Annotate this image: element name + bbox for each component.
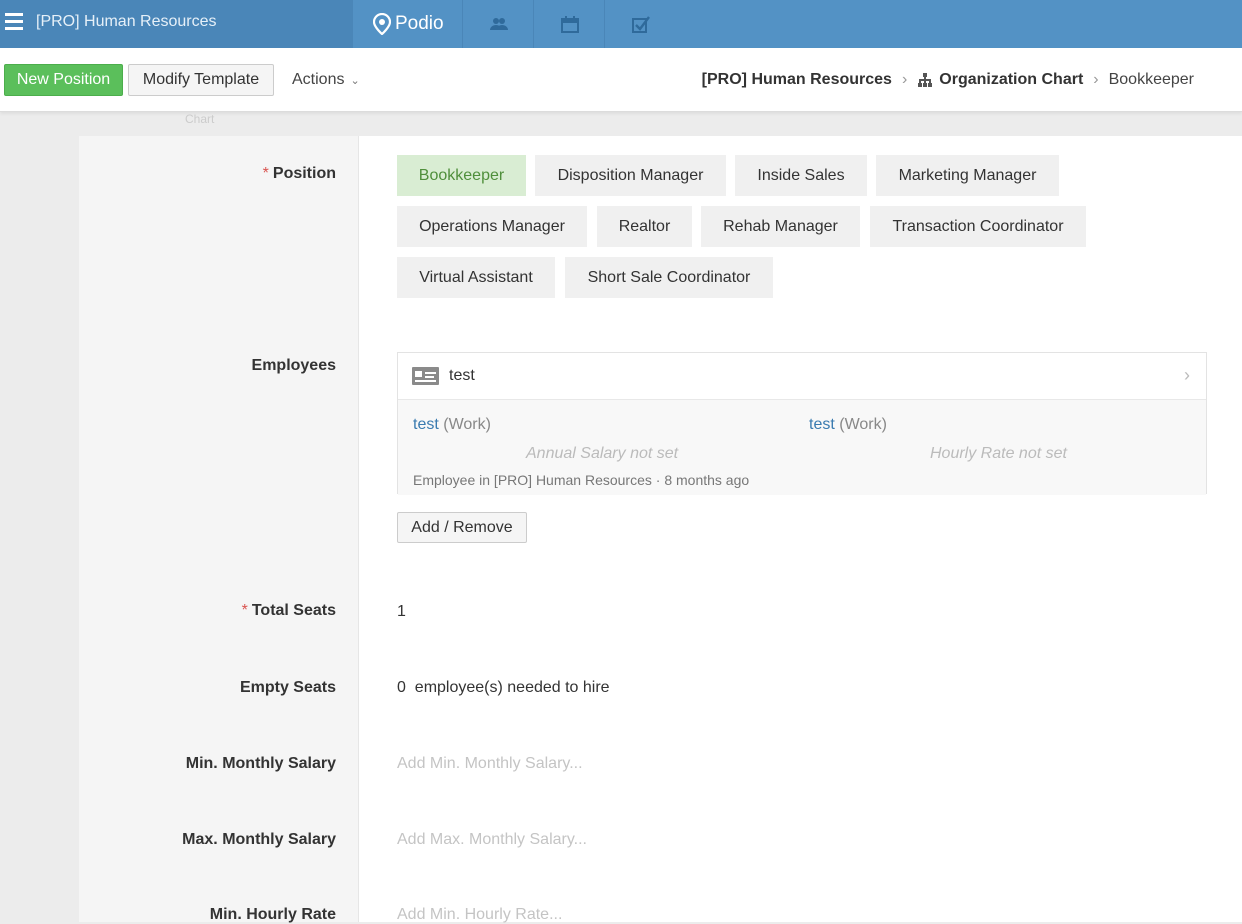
total-seats-value[interactable]: 1 <box>397 603 406 621</box>
employee-link-left[interactable]: test <box>413 416 439 433</box>
task-check-icon <box>631 15 650 33</box>
podio-logo[interactable]: Podio <box>353 0 461 48</box>
hourly-rate-value: Hourly Rate not set <box>930 445 1067 462</box>
modify-template-button[interactable]: Modify Template <box>128 64 274 96</box>
workspace-title[interactable]: [PRO] Human Resources <box>36 13 217 31</box>
people-icon <box>489 18 508 30</box>
empty-seats-label: Empty Seats <box>239 679 336 696</box>
employee-card-header[interactable]: test › <box>398 353 1206 400</box>
chevron-down-icon: ⌄ <box>350 75 360 87</box>
employee-card-body: test (Work) test (Work) Annual Salary no… <box>398 400 1206 495</box>
min-monthly-salary-input[interactable]: Add Min. Monthly Salary... <box>397 755 583 773</box>
employee-link-right[interactable]: test <box>809 416 835 433</box>
max-monthly-salary-input[interactable]: Add Max. Monthly Salary... <box>397 831 587 849</box>
position-option-virtual-assistant[interactable]: Virtual Assistant <box>397 257 555 298</box>
employee-contact-left: test (Work) <box>413 416 491 434</box>
org-chart-icon <box>918 73 933 87</box>
id-card-icon <box>412 367 439 385</box>
min-hourly-rate-label: Min. Hourly Rate <box>209 906 336 923</box>
empty-seats-number: 0 <box>397 679 406 696</box>
ghost-header-text: Chart <box>185 112 215 126</box>
position-option-inside-sales[interactable]: Inside Sales <box>735 155 867 196</box>
add-remove-button[interactable]: Add / Remove <box>397 512 527 543</box>
empty-seats-value: 0 employee(s) needed to hire <box>397 679 610 697</box>
actions-label: Actions <box>292 71 345 88</box>
max-monthly-salary-label: Max. Monthly Salary <box>182 831 336 848</box>
employee-contact-type-right: (Work) <box>839 416 887 433</box>
breadcrumb: [PRO] Human Resources › Organization Cha… <box>702 71 1194 89</box>
calendar-nav[interactable] <box>533 0 605 48</box>
breadcrumb-item: Bookkeeper <box>1108 71 1194 88</box>
breadcrumb-chevron-icon: › <box>1093 71 1099 88</box>
workspace-switcher[interactable]: [PRO] Human Resources <box>0 0 353 48</box>
breadcrumb-chevron-icon: › <box>901 71 908 88</box>
breadcrumb-app[interactable]: Organization Chart <box>939 71 1083 89</box>
employee-relationship-card: test › test (Work) test (Work) Annual Sa… <box>397 352 1207 495</box>
top-bar: [PRO] Human Resources Podio <box>0 0 1242 48</box>
position-option-operations-manager[interactable]: Operations Manager <box>397 206 587 247</box>
position-option-short-sale-coordinator[interactable]: Short Sale Coordinator <box>565 257 773 298</box>
total-seats-label: * Total Seats <box>241 602 336 619</box>
actions-dropdown[interactable]: Actions ⌄ <box>292 71 360 89</box>
breadcrumb-workspace[interactable]: [PRO] Human Resources <box>702 71 892 89</box>
position-option-realtor[interactable]: Realtor <box>597 206 692 247</box>
new-position-button[interactable]: New Position <box>4 64 123 96</box>
employee-contact-right: test (Work) <box>809 416 887 434</box>
min-hourly-rate-input[interactable]: Add Min. Hourly Rate... <box>397 906 562 924</box>
position-option-marketing-manager[interactable]: Marketing Manager <box>876 155 1059 196</box>
employees-label: Employees <box>251 357 336 374</box>
hamburger-menu-icon[interactable] <box>5 13 23 31</box>
annual-salary-value: Annual Salary not set <box>526 445 679 462</box>
position-option-rehab-manager[interactable]: Rehab Manager <box>701 206 860 247</box>
chevron-right-icon[interactable]: › <box>1184 365 1190 386</box>
empty-seats-suffix: employee(s) needed to hire <box>414 679 610 696</box>
employee-name[interactable]: test <box>449 367 475 385</box>
employee-contact-type-left: (Work) <box>443 416 491 433</box>
min-monthly-salary-label: Min. Monthly Salary <box>185 755 336 772</box>
field-labels-column: * Position Employees * Total Seats Empty S… <box>79 136 359 923</box>
position-option-disposition-manager[interactable]: Disposition Manager <box>535 155 726 196</box>
action-bar: New Position Modify Template Actions ⌄ [P… <box>0 48 1242 112</box>
contacts-nav[interactable] <box>462 0 534 48</box>
calendar-icon <box>560 15 579 33</box>
position-label: * Position <box>262 165 336 182</box>
position-option-transaction-coordinator[interactable]: Transaction Coordinator <box>870 206 1086 247</box>
logo-text: Podio <box>395 13 444 34</box>
employee-meta: Employee in [PRO] Human Resources · 8 mo… <box>413 472 750 488</box>
position-option-bookkeeper[interactable]: Bookkeeper <box>397 155 526 196</box>
tasks-nav[interactable] <box>604 0 676 48</box>
podio-pin-icon <box>373 13 391 35</box>
item-card: * Position Employees * Total Seats Empty S… <box>79 136 1242 924</box>
